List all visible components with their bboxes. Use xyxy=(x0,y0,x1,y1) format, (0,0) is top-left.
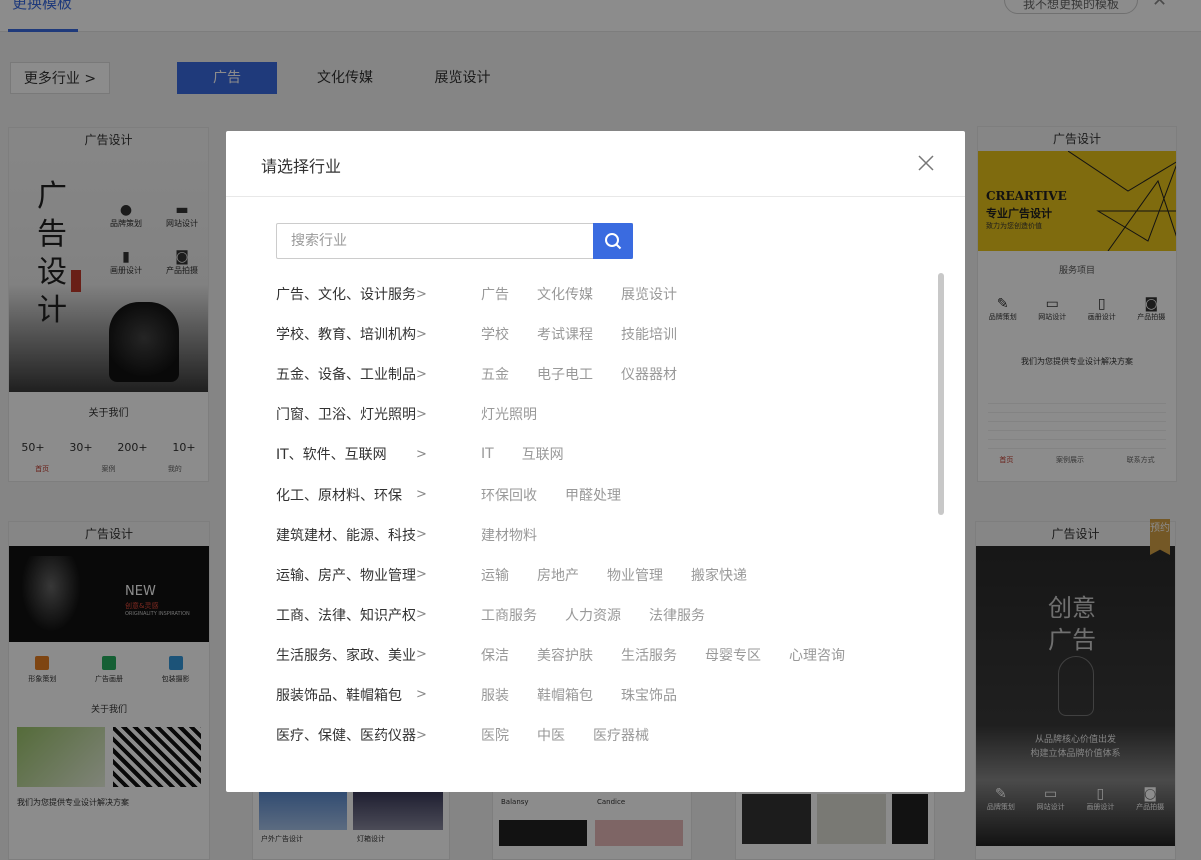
industry-category[interactable]: 五金、设备、工业制品 xyxy=(276,364,416,384)
industry-row: 医疗、保健、医药仪器 > 医院 中医 医疗器械 xyxy=(276,715,896,755)
industry-category[interactable]: 工商、法律、知识产权 xyxy=(276,605,416,625)
industry-row: 五金、设备、工业制品 > 五金 电子电工 仪器器材 xyxy=(276,354,896,394)
industry-sub-item[interactable]: 运输 xyxy=(481,565,509,585)
industry-category[interactable]: 运输、房产、物业管理 xyxy=(276,565,416,585)
industry-sub-item[interactable]: 技能培训 xyxy=(621,324,677,344)
industry-sub-item[interactable]: 学校 xyxy=(481,324,509,344)
search-input[interactable] xyxy=(276,223,633,259)
industry-row: 广告、文化、设计服务 > 广告 文化传媒 展览设计 xyxy=(276,274,896,314)
chevron-right-icon[interactable]: > xyxy=(416,687,481,702)
industry-category[interactable]: 医疗、保健、医药仪器 xyxy=(276,725,416,745)
industry-sub-item[interactable]: 搬家快递 xyxy=(691,565,747,585)
industry-sub-item[interactable]: IT xyxy=(481,446,494,462)
industry-category[interactable]: 学校、教育、培训机构 xyxy=(276,324,416,344)
industry-sub-item[interactable]: 医院 xyxy=(481,725,509,745)
industry-sub-item[interactable]: 工商服务 xyxy=(481,605,537,625)
industry-sub-item[interactable]: 医疗器械 xyxy=(593,725,649,745)
chevron-right-icon[interactable]: > xyxy=(416,567,481,582)
industry-row: IT、软件、互联网 > IT 互联网 xyxy=(276,434,896,474)
industry-sub-item[interactable]: 美容护肤 xyxy=(537,645,593,665)
chevron-right-icon[interactable]: > xyxy=(416,728,481,743)
industry-row: 生活服务、家政、美业 > 保洁 美容护肤 生活服务 母婴专区 心理咨询 xyxy=(276,635,896,675)
chevron-right-icon[interactable]: > xyxy=(416,527,481,542)
industry-sub-item[interactable]: 物业管理 xyxy=(607,565,663,585)
industry-category[interactable]: 建筑建材、能源、科技 xyxy=(276,525,416,545)
chevron-right-icon[interactable]: > xyxy=(416,327,481,342)
chevron-right-icon[interactable]: > xyxy=(416,487,481,502)
industry-sub-item[interactable]: 考试课程 xyxy=(537,324,593,344)
industry-sub-item[interactable]: 环保回收 xyxy=(481,485,537,505)
industry-row: 建筑建材、能源、科技 > 建材物料 xyxy=(276,515,896,555)
search-button[interactable] xyxy=(593,223,633,259)
industry-row: 服装饰品、鞋帽箱包 > 服装 鞋帽箱包 珠宝饰品 xyxy=(276,675,896,715)
industry-row: 化工、原材料、环保 > 环保回收 甲醛处理 xyxy=(276,474,896,514)
close-icon[interactable] xyxy=(916,153,936,173)
industry-sub-item[interactable]: 展览设计 xyxy=(621,284,677,304)
industry-sub-item[interactable]: 生活服务 xyxy=(621,645,677,665)
industry-select-modal: 请选择行业 广告、文化、设计服务>广告文化传媒展览设计学校、教育、培训机构>学校… xyxy=(226,131,965,792)
chevron-right-icon[interactable]: > xyxy=(416,367,481,382)
industry-sub-item[interactable]: 中医 xyxy=(537,725,565,745)
industry-sub-item[interactable]: 灯光照明 xyxy=(481,404,537,424)
industry-sub-item[interactable]: 仪器器材 xyxy=(621,364,677,384)
industry-sub-item[interactable]: 人力资源 xyxy=(565,605,621,625)
industry-sub-item[interactable]: 母婴专区 xyxy=(705,645,761,665)
industry-category[interactable]: 化工、原材料、环保 xyxy=(276,485,416,505)
industry-sub-item[interactable]: 互联网 xyxy=(522,444,564,464)
search-icon xyxy=(605,233,622,250)
industry-sub-item[interactable]: 法律服务 xyxy=(649,605,705,625)
industry-sub-item[interactable]: 鞋帽箱包 xyxy=(537,685,593,705)
industry-category[interactable]: 门窗、卫浴、灯光照明 xyxy=(276,404,416,424)
industry-list: 广告、文化、设计服务 > 广告 文化传媒 展览设计 学校、教育、培训机构 > 学校 考试课程 技能… xyxy=(276,274,896,755)
modal-title: 请选择行业 xyxy=(261,157,342,176)
industry-row: 门窗、卫浴、灯光照明 > 灯光照明 xyxy=(276,394,896,434)
industry-sub-item[interactable]: 服装 xyxy=(481,685,509,705)
chevron-right-icon[interactable]: > xyxy=(416,607,481,622)
industry-row: 运输、房产、物业管理 > 运输 房地产 物业管理 搬家快递 xyxy=(276,555,896,595)
industry-sub-item[interactable]: 心理咨询 xyxy=(789,645,845,665)
industry-category[interactable]: 服装饰品、鞋帽箱包 xyxy=(276,685,416,705)
industry-sub-item[interactable]: 电子电工 xyxy=(537,364,593,384)
chevron-right-icon[interactable]: > xyxy=(416,287,481,302)
chevron-right-icon[interactable]: > xyxy=(416,407,481,422)
industry-sub-item[interactable]: 甲醛处理 xyxy=(565,485,621,505)
industry-category[interactable]: IT、软件、互联网 xyxy=(276,444,416,464)
chevron-right-icon[interactable]: > xyxy=(416,447,481,462)
industry-sub-item[interactable]: 房地产 xyxy=(537,565,579,585)
modal-header: 请选择行业 xyxy=(226,131,965,197)
industry-category[interactable]: 广告、文化、设计服务 xyxy=(276,284,416,304)
scrollbar[interactable] xyxy=(938,273,944,515)
industry-sub-item[interactable]: 保洁 xyxy=(481,645,509,665)
industry-sub-item[interactable]: 五金 xyxy=(481,364,509,384)
industry-row: 学校、教育、培训机构 > 学校 考试课程 技能培训 xyxy=(276,314,896,354)
industry-row: 工商、法律、知识产权 > 工商服务 人力资源 法律服务 xyxy=(276,595,896,635)
industry-sub-item[interactable]: 建材物料 xyxy=(481,525,537,545)
industry-sub-item[interactable]: 文化传媒 xyxy=(537,284,593,304)
industry-sub-item[interactable]: 珠宝饰品 xyxy=(621,685,677,705)
industry-sub-item[interactable]: 广告 xyxy=(481,284,509,304)
chevron-right-icon[interactable]: > xyxy=(416,647,481,662)
industry-category[interactable]: 生活服务、家政、美业 xyxy=(276,645,416,665)
